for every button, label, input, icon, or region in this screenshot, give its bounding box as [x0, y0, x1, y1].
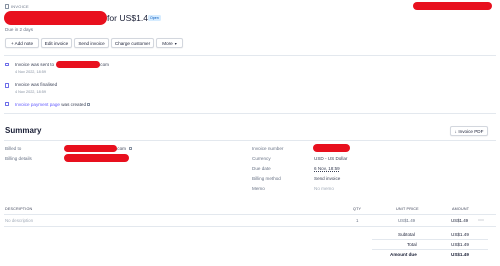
summary-title: Summary — [5, 126, 42, 135]
timeline-item-sent: Invoice was sent to — [15, 62, 54, 67]
summary-divider — [4, 140, 496, 141]
table-header-divider — [4, 214, 496, 215]
account-redacted — [413, 2, 492, 10]
invoice-doc-icon — [5, 4, 9, 9]
memo-value: No memo — [314, 186, 334, 191]
billing-details-label: Billing details — [5, 156, 32, 161]
invoice-number-label: Invoice number — [252, 146, 284, 151]
billing-method-label: Billing method — [252, 176, 281, 181]
invoice-pdf-button[interactable]: ↓ Invoice PDF — [450, 126, 488, 136]
download-icon: ↓ — [454, 128, 457, 134]
status-badge: Open — [148, 15, 161, 21]
due-text: Due in 2 days — [5, 27, 34, 32]
add-note-button[interactable]: + Add note — [5, 38, 39, 48]
timeline-divider — [4, 113, 496, 114]
totals-divider-2 — [372, 249, 488, 250]
payment-page-link[interactable]: Invoice payment page — [15, 102, 60, 107]
external-link-icon — [87, 103, 90, 106]
copy-icon[interactable] — [129, 147, 132, 150]
invoice-finalised-icon — [5, 83, 9, 88]
timeline-item-payment-page: Invoice payment page was created — [15, 102, 90, 107]
subtotal-value: US$1.49 — [451, 232, 469, 237]
payment-page-icon — [5, 102, 9, 106]
invoice-number-redacted — [313, 144, 350, 152]
chevron-down-icon: ▾ — [174, 40, 177, 46]
billed-to-label: Billed to — [5, 146, 22, 151]
invoice-pdf-label: Invoice PDF — [458, 128, 484, 134]
currency-label: Currency — [252, 156, 271, 161]
send-invoice-button[interactable]: Send invoice — [74, 38, 109, 48]
row-amount: US$1.49 — [451, 218, 469, 223]
payment-page-text: was created — [61, 101, 87, 107]
memo-label: Memo — [252, 186, 265, 191]
billed-to-suffix: .com — [116, 146, 126, 151]
timeline-time: 4 Nov 2022, 18:59 — [15, 69, 47, 74]
table-row-divider — [4, 226, 496, 227]
timeline-item-finalised: Invoice was finalised — [15, 82, 58, 87]
timeline-sent-prefix: Invoice was sent to — [15, 61, 55, 67]
totals-divider-1 — [372, 239, 488, 240]
billed-to-redacted — [64, 145, 117, 152]
currency-value: USD - US Dollar — [314, 156, 348, 161]
amount-due-value: US$1.49 — [451, 252, 469, 257]
column-header-description: DESCRIPTION — [5, 207, 33, 211]
email-icon — [5, 63, 9, 66]
header-divider — [4, 55, 496, 56]
timeline-sent-suffix: .com — [99, 61, 109, 67]
email-redacted — [56, 61, 100, 68]
amount-due-label: Amount due — [390, 252, 417, 257]
section-label: INVOICE — [11, 4, 29, 9]
row-description: No description — [5, 218, 34, 223]
billing-details-redacted — [64, 154, 129, 162]
total-label: Total — [407, 242, 417, 247]
due-date-label: Due date — [252, 166, 271, 171]
subtotal-label: Subtotal — [398, 232, 415, 237]
invoice-amount-heading: for US$1.49 — [107, 13, 153, 23]
total-value: US$1.49 — [451, 242, 469, 247]
more-horizontal-icon[interactable]: ⋯ — [478, 217, 484, 224]
due-date-value[interactable]: 6 Nov, 18:59 — [314, 166, 340, 171]
billing-method-value: Send invoice — [314, 176, 341, 181]
row-unit-price: US$1.49 — [398, 218, 416, 223]
column-header-amount: AMOUNT — [452, 207, 470, 211]
edit-invoice-button[interactable]: Edit invoice — [41, 38, 72, 48]
customer-name-redacted — [4, 11, 107, 25]
row-qty: 1 — [356, 218, 359, 223]
charge-customer-button[interactable]: Charge customer — [111, 38, 154, 48]
more-button[interactable]: More ▾ — [156, 38, 183, 48]
column-header-unit-price: UNIT PRICE — [396, 207, 419, 211]
timeline-time: 4 Nov 2022, 18:59 — [15, 89, 47, 94]
more-label: More — [162, 40, 173, 46]
column-header-qty: QTY — [353, 207, 362, 211]
